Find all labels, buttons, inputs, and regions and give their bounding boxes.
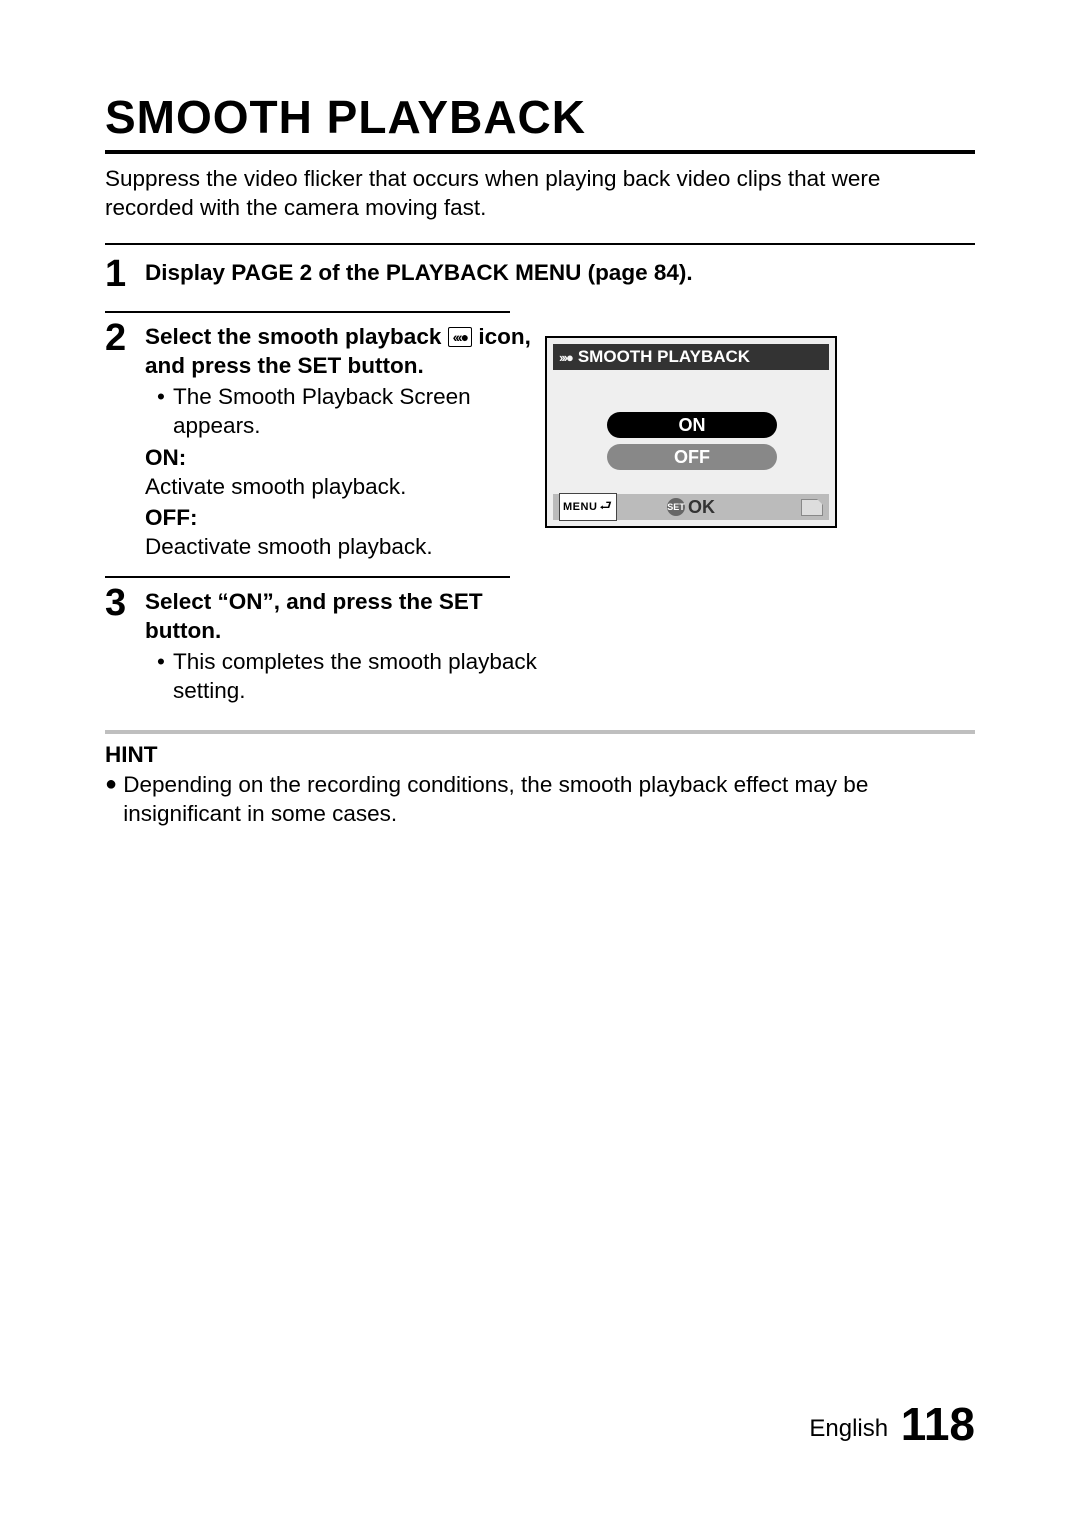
definition-label: ON: [145,443,545,472]
step-number: 2 [105,317,145,357]
bullet-dot-icon: • [157,647,173,706]
definition-off: OFF: Deactivate smooth playback. [145,503,545,562]
set-circle-icon: SET [667,498,685,516]
smooth-playback-icon: ‹‹‹● [448,327,472,347]
step-body: Select “ON”, and press the SET button. •… [145,582,545,706]
step-row: 3 Select “ON”, and press the SET button.… [105,578,975,706]
hint-rule [105,730,975,734]
ok-label: OK [688,497,715,518]
definition-label: OFF: [145,503,545,532]
step-row: 2 Select the smooth playback ‹‹‹● icon, … [105,313,975,562]
hint-text: Depending on the recording conditions, t… [123,770,975,829]
step-number: 3 [105,582,145,622]
title-rule [105,150,975,154]
hint-label: HINT [105,742,975,768]
screen-footer: MENU ⮐ SET OK [553,494,829,520]
bullet-dot-icon: ● [105,770,123,829]
screen-title: SMOOTH PLAYBACK [578,347,750,367]
bullet-dot-icon: • [157,382,173,441]
page-title: SMOOTH PLAYBACK [105,90,975,144]
step-row: 1 Display PAGE 2 of the PLAYBACK MENU (p… [105,243,975,293]
option-on: ON [607,412,777,438]
menu-label: MENU [563,501,597,513]
step-number: 1 [105,253,145,293]
footer-language: English [809,1415,888,1442]
step-bullet: • The Smooth Playback Screen appears. [145,382,545,441]
step-bullet: • This completes the smooth playback set… [145,647,545,706]
bullet-text: This completes the smooth playback setti… [173,647,545,706]
bullet-text: The Smooth Playback Screen appears. [173,382,545,441]
smooth-playback-icon: ›››● [559,350,572,365]
option-off: OFF [607,444,777,470]
manual-page: SMOOTH PLAYBACK Suppress the video flick… [0,0,1080,1521]
intro-paragraph: Suppress the video flicker that occurs w… [105,164,975,223]
hint-bullet: ● Depending on the recording conditions,… [105,770,975,829]
screen-header: ›››● SMOOTH PLAYBACK [553,344,829,370]
set-ok-badge: SET OK [667,497,715,518]
step-headline: Select “ON”, and press the SET button. [145,589,483,643]
memory-card-icon [801,499,823,516]
definition-text: Activate smooth playback. [145,472,545,501]
camera-screen-illustration: ›››● SMOOTH PLAYBACK ON OFF MENU ⮐ SET O… [545,336,835,528]
step-headline-pre: Select the smooth playback [145,324,448,349]
step-body: Display PAGE 2 of the PLAYBACK MENU (pag… [145,253,975,287]
camera-screen: ›››● SMOOTH PLAYBACK ON OFF MENU ⮐ SET O… [545,336,837,528]
definition-on: ON: Activate smooth playback. [145,443,545,502]
page-footer: English 118 [809,1397,975,1451]
footer-page-number: 118 [901,1398,975,1450]
step-headline: Display PAGE 2 of the PLAYBACK MENU (pag… [145,260,693,285]
definition-text: Deactivate smooth playback. [145,532,545,561]
step-body: Select the smooth playback ‹‹‹● icon, an… [145,317,545,562]
menu-badge: MENU ⮐ [559,493,617,521]
return-icon: ⮐ [599,495,612,519]
